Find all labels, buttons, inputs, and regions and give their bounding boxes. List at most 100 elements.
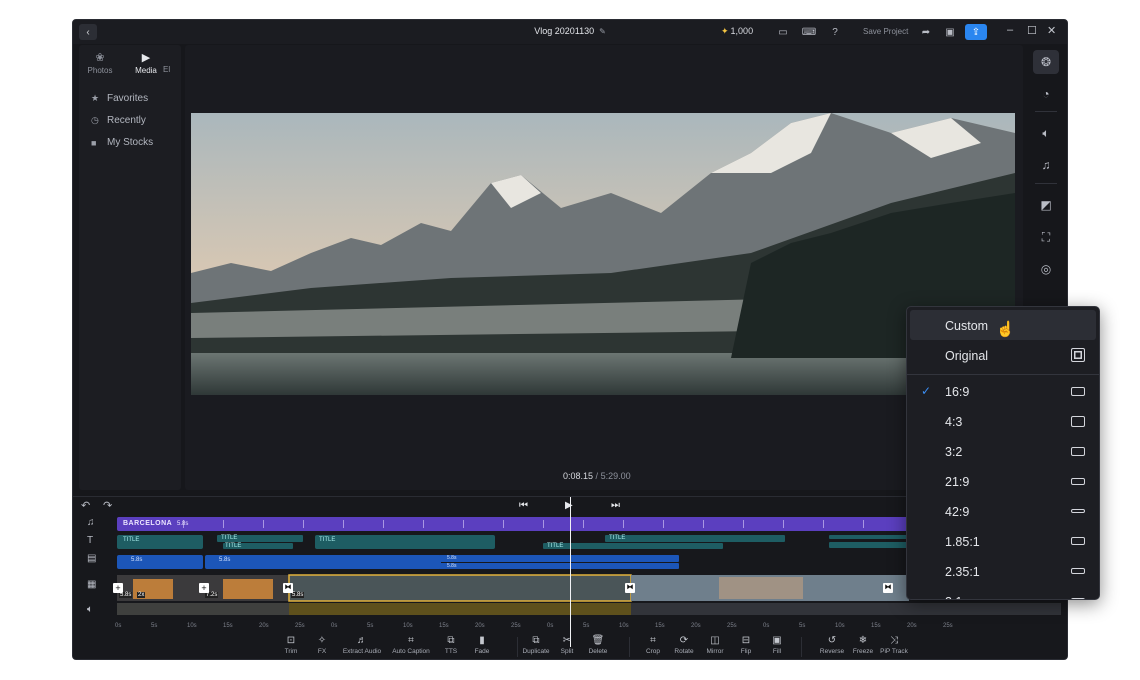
tool-label: Fill (772, 648, 782, 655)
share-icon[interactable]: ➦ (919, 25, 933, 39)
aspect-ratio-icon (1071, 568, 1085, 574)
sidebar-item-recently[interactable]: ◷ Recently (91, 115, 146, 126)
ratio-option-3-2[interactable]: 3:2 (907, 436, 1099, 466)
ratio-option-4-3[interactable]: 4:3 (907, 406, 1099, 436)
ruler-tick-label: 20s (475, 623, 485, 629)
ratio-option-label: 3:2 (945, 445, 963, 459)
aspect-ratio-icon (1071, 537, 1085, 545)
text-clip[interactable] (829, 542, 909, 548)
ratio-option-label: 1.85:1 (945, 535, 980, 549)
pencil-icon[interactable]: ✎ (599, 27, 606, 36)
text-clip[interactable] (605, 535, 785, 542)
ratio-option-original[interactable]: Original (907, 340, 1099, 370)
ruler-tick-label: 25s (943, 623, 953, 629)
help-icon[interactable]: ? (828, 25, 842, 39)
audio-effects-icon[interactable]: ♫ (1033, 153, 1059, 177)
transition-icon[interactable]: ⧓ (883, 583, 893, 593)
ratio-option-21-9[interactable]: 21:9 (907, 466, 1099, 496)
current-time: 0:08.15 (563, 471, 594, 481)
tool-delete-button[interactable]: 🗑︎ Delete (578, 635, 618, 655)
ratio-option-16-9[interactable]: ✓ 16:9 (907, 376, 1099, 406)
tool-fx-button[interactable]: ✧ FX (302, 635, 342, 655)
fade-icon: ▮ (479, 635, 485, 646)
ratio-option-label: Custom (945, 319, 989, 333)
tool-fill-button[interactable]: ▣ Fill (757, 635, 797, 655)
checkmark-icon: ✓ (921, 384, 932, 398)
aspect-ratio-icon (1071, 415, 1085, 427)
text-clip-label: TITLE (221, 535, 238, 541)
sparkle-icon: ✦ (721, 26, 729, 36)
sidebar-item-my-stocks[interactable]: ■ My Stocks (91, 137, 153, 148)
save-project-label[interactable]: Save Project (863, 27, 908, 36)
keyboard-icon[interactable]: ⌨ (802, 25, 816, 39)
ratio-option-label: 21:9 (945, 475, 970, 489)
ratio-option-2-1[interactable]: 2:1 (907, 586, 1099, 599)
layout-icon[interactable]: ▭ (776, 25, 790, 39)
tool-auto-caption-button[interactable]: ⌗ Auto Caption (391, 635, 431, 655)
add-transition-icon[interactable]: + (113, 583, 123, 593)
playhead[interactable] (570, 497, 571, 647)
time-separator: / (595, 471, 599, 481)
text-clip[interactable] (315, 535, 495, 549)
overlay-clip[interactable] (205, 555, 441, 569)
ratio-option-1-85-1[interactable]: 1.85:1 (907, 526, 1099, 556)
overlay-clip[interactable] (439, 563, 679, 569)
ruler-tick-label: 25s (727, 623, 737, 629)
ratio-option-42-9[interactable]: 42:9 (907, 496, 1099, 526)
project-title[interactable]: Vlog 20201130 ✎ (73, 26, 1067, 36)
tool-label: Delete (588, 648, 608, 655)
credits-badge[interactable]: ✦ 1,000 (721, 26, 753, 37)
ratio-option-2-35-1[interactable]: 2.35:1 (907, 556, 1099, 586)
add-transition-icon[interactable]: + (199, 583, 209, 593)
ruler-tick-label: 10s (403, 623, 413, 629)
blend-icon[interactable]: ◎ (1033, 257, 1059, 281)
trash-icon: 🗑︎ (591, 635, 605, 646)
clip-badge: 2x (137, 592, 146, 598)
divider (1035, 111, 1057, 112)
preview-frame[interactable] (191, 113, 1015, 395)
ruler-tick-label: 0s (763, 623, 770, 629)
overlay-clip[interactable] (117, 555, 203, 569)
maximize-icon[interactable]: ☐ (1027, 24, 1037, 37)
tool-label: Split (560, 648, 574, 655)
export-button[interactable]: ⇪ (965, 24, 987, 40)
ruler-tick-label: 0s (331, 623, 338, 629)
overlay-clip-label: 5.8s (219, 557, 231, 563)
tab-elements[interactable]: El (163, 51, 181, 74)
tab-label: Photos (87, 66, 113, 75)
media-panel: ❀ Photos ▶ Media El ★ Favorites ◷ Recently ■… (79, 45, 181, 490)
video-clip-selected[interactable] (289, 575, 631, 601)
credits-count: 1,000 (730, 26, 754, 36)
tool-fade-button[interactable]: ▮ Fade (462, 635, 502, 655)
ruler-tick-label: 10s (619, 623, 629, 629)
overlay-clip[interactable] (439, 555, 679, 562)
tool-label: Auto Caption (392, 648, 430, 655)
text-clip[interactable] (829, 535, 909, 539)
minimize-icon[interactable]: – (1007, 24, 1013, 36)
save-icon[interactable]: ▣ (943, 25, 957, 39)
close-icon[interactable]: ✕ (1047, 24, 1056, 37)
volume-icon[interactable]: 🔈︎ (1033, 121, 1059, 145)
color-adjust-icon[interactable]: ❂ (1033, 50, 1059, 74)
transition-icon[interactable]: ⧓ (283, 583, 293, 593)
divider (1035, 183, 1057, 184)
aspect-ratio-menu: Custom Original ✓ 16:9 4:3 3:2 21:9 42:9 1.85:1 2… (906, 306, 1100, 600)
sidebar-item-favorites[interactable]: ★ Favorites (91, 93, 148, 104)
tool-extract-audio-button[interactable]: ♬ Extract Audio (342, 635, 382, 655)
music-clip[interactable] (117, 517, 909, 531)
tab-photos[interactable]: ❀ Photos (83, 51, 117, 75)
ruler-tick-label: 15s (871, 623, 881, 629)
tool-label: TTS (444, 648, 458, 655)
ruler-tick-label: 5s (367, 623, 374, 629)
overlay-clip-label: 5.8s (447, 555, 457, 561)
tab-media[interactable]: ▶ Media (129, 51, 163, 75)
tool-pip-track-button[interactable]: ⤨ PiP Track (874, 635, 914, 655)
transition-icon[interactable]: ⧓ (625, 583, 635, 593)
toolbar-divider (517, 637, 518, 657)
filter-icon[interactable]: ◩ (1033, 193, 1059, 217)
transform-icon[interactable]: ⛶ (1033, 225, 1059, 249)
aspect-ratio-icon (1071, 477, 1085, 485)
speed-icon[interactable]: ◔ (1033, 82, 1059, 106)
project-title-text: Vlog 20201130 (534, 26, 595, 36)
ruler-tick-label: 10s (187, 623, 197, 629)
